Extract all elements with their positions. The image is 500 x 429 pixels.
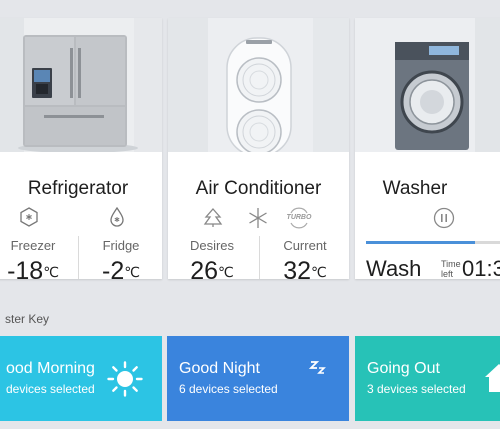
refrigerator-card[interactable]: Refrigerator Freezer -18℃ Fridge -2℃ xyxy=(0,18,162,279)
air-conditioner-title: Air Conditioner xyxy=(195,178,322,199)
freezer-label: Freezer xyxy=(10,238,56,253)
master-key-label: ster Key xyxy=(5,312,50,326)
freezer-stat: Freezer -18℃ xyxy=(0,238,72,279)
good-morning-mode-button[interactable]: ood Morning devices selected xyxy=(0,336,162,421)
washer-title: Washer xyxy=(382,178,448,199)
fridge-divider xyxy=(78,236,79,279)
time-left-label: Time left xyxy=(441,259,461,279)
washer-progress-bar xyxy=(366,241,500,244)
turbo-icon: TURBO xyxy=(286,206,312,230)
going-out-mode-button[interactable]: Going Out 3 devices selected xyxy=(355,336,500,421)
washer-progress-fill xyxy=(366,241,476,244)
moon-sleep-icon xyxy=(303,361,330,393)
good-morning-subtitle: devices selected xyxy=(6,382,95,396)
freezer-value: -18℃ xyxy=(7,257,59,279)
freezer-icon xyxy=(20,207,38,227)
going-out-title: Going Out xyxy=(367,360,440,377)
refrigerator-image xyxy=(0,18,162,152)
washer-image xyxy=(355,18,500,152)
fan-mode-icon xyxy=(203,208,223,227)
good-morning-title: ood Morning xyxy=(6,360,95,377)
fridge-label: Fridge xyxy=(102,238,140,253)
fridge-drop-icon xyxy=(110,206,124,227)
home-icon xyxy=(485,364,500,392)
fridge-stat: Fridge -2℃ xyxy=(82,238,160,279)
current-value: 32℃ xyxy=(283,257,327,279)
fridge-value: -2℃ xyxy=(102,257,140,279)
good-night-mode-button[interactable]: Good Night 6 devices selected xyxy=(167,336,349,421)
desired-temp-stat: Desires 26℃ xyxy=(168,238,256,279)
desired-value: 26℃ xyxy=(190,257,234,279)
current-temp-stat: Current 32℃ xyxy=(261,238,349,279)
turbo-label: TURBO xyxy=(286,214,312,221)
air-conditioner-card[interactable]: Air Conditioner TURBO Desires 26℃ Curren… xyxy=(168,18,349,279)
washer-cycle: Wash xyxy=(366,256,422,279)
desired-label: Desires xyxy=(189,238,235,253)
refrigerator-title: Refrigerator xyxy=(27,178,129,199)
pause-icon[interactable] xyxy=(433,207,455,229)
air-conditioner-image xyxy=(168,18,349,152)
current-label: Current xyxy=(283,238,327,253)
good-night-title: Good Night xyxy=(179,360,260,377)
snowflake-icon xyxy=(249,208,267,228)
sun-icon xyxy=(107,361,143,397)
good-night-subtitle: 6 devices selected xyxy=(179,382,278,396)
going-out-subtitle: 3 devices selected xyxy=(367,382,466,396)
time-left-value: 01:3 xyxy=(462,256,500,279)
washer-card[interactable]: Washer Wash Time left 01:3 xyxy=(355,18,500,279)
ac-divider xyxy=(259,236,260,279)
